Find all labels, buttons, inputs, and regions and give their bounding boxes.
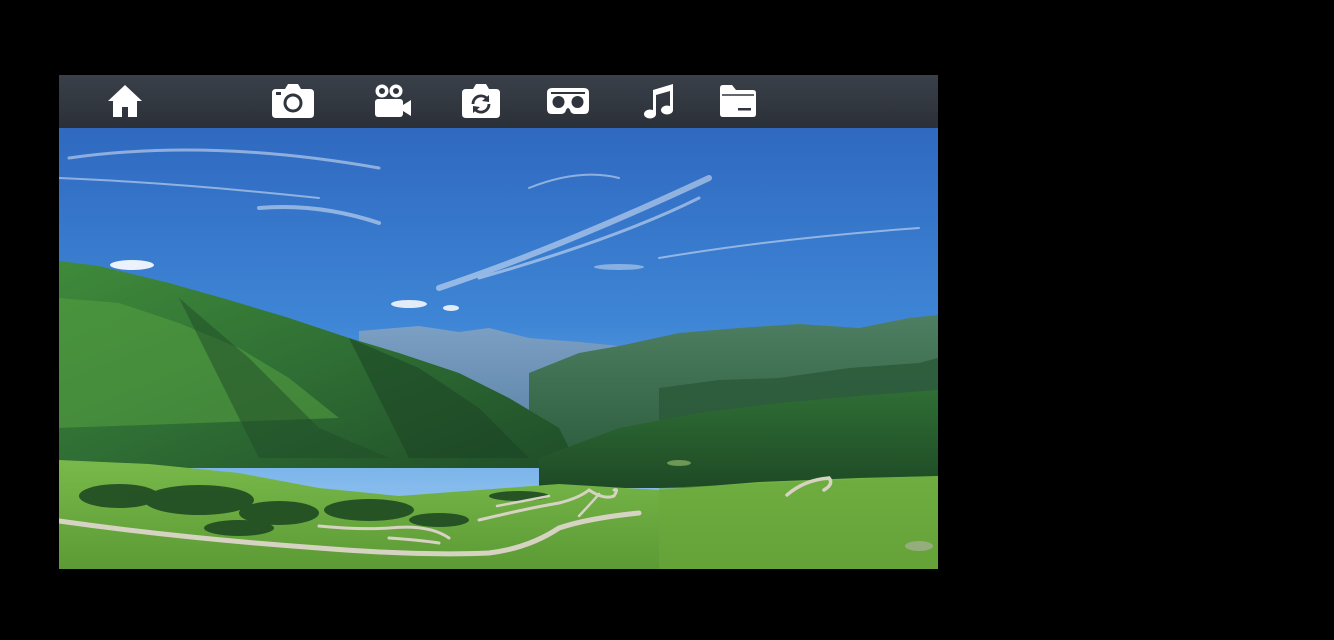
camera-app-window <box>59 75 938 569</box>
camera-icon <box>272 84 314 118</box>
vr-headset-icon <box>547 88 589 114</box>
files-button[interactable] <box>716 81 760 121</box>
camera-preview[interactable] <box>59 128 938 569</box>
vr-button[interactable] <box>546 81 590 121</box>
home-icon <box>108 85 142 117</box>
video-camera-icon <box>375 84 411 117</box>
folder-icon <box>720 85 756 117</box>
landscape-photo <box>59 128 938 569</box>
music-note-icon <box>644 84 673 119</box>
camera-button[interactable] <box>271 81 315 121</box>
music-button[interactable] <box>637 81 681 121</box>
camera-switch-icon <box>462 84 500 118</box>
top-toolbar <box>59 75 938 128</box>
home-button[interactable] <box>103 81 147 121</box>
switch-camera-button[interactable] <box>459 81 503 121</box>
video-button[interactable] <box>371 81 415 121</box>
